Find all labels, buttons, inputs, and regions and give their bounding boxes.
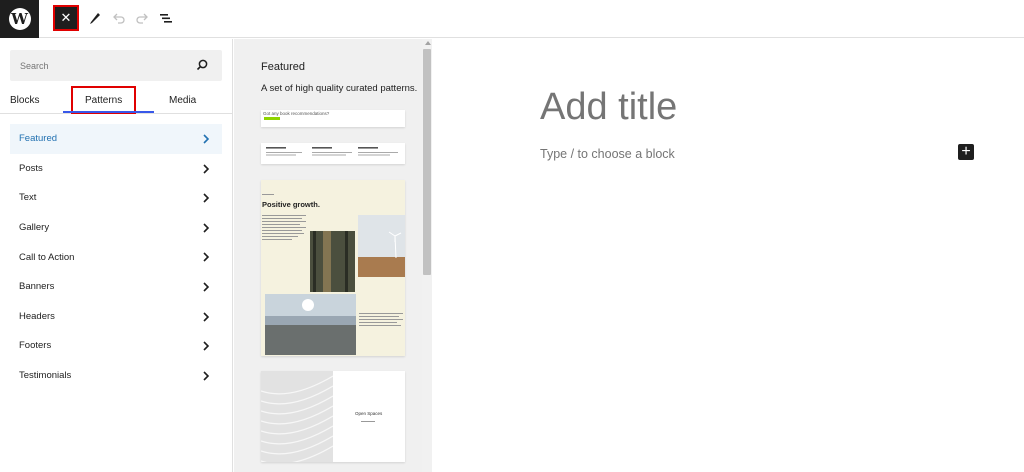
chevron-right-icon [203,134,210,144]
scroll-up-arrow-icon[interactable] [425,41,431,45]
category-posts[interactable]: Posts [10,154,222,184]
category-label: Banners [19,281,55,293]
category-text[interactable]: Text [10,183,222,213]
pattern-preview-line [361,421,375,422]
chevron-right-icon [203,252,210,262]
search-box [10,50,222,81]
pattern-categories-list: Featured Posts Text Gallery Call to Acti… [10,124,222,390]
close-inserter-button[interactable]: ✕ [53,5,79,31]
panel-title: Featured [261,61,306,73]
block-placeholder[interactable]: Type / to choose a block [540,147,675,161]
pattern-card-book-recommendations[interactable]: Got any book recommendations? [261,110,405,127]
category-label: Testimonials [19,370,72,382]
category-footers[interactable]: Footers [10,331,222,361]
tab-blocks[interactable]: Blocks [10,87,39,114]
tab-media[interactable]: Media [169,87,196,114]
post-title-input[interactable]: Add title [540,86,677,129]
top-toolbar: W ✕ [0,0,1024,38]
pattern-preview-text: Open Spaces [355,411,383,416]
wordpress-logo-icon[interactable]: W [0,0,39,38]
pencil-icon[interactable] [86,9,104,27]
category-banners[interactable]: Banners [10,272,222,302]
chevron-right-icon [203,311,210,322]
category-label: Headers [19,310,55,322]
pattern-preview-graphic [261,371,333,462]
category-label: Featured [19,133,58,145]
category-label: Gallery [19,222,50,234]
inserter-tabs: Blocks Patterns Media [0,86,233,114]
category-label: Posts [19,162,43,174]
tab-patterns[interactable]: Patterns [62,86,155,114]
category-featured[interactable]: Featured [10,124,222,154]
undo-icon[interactable] [110,9,128,27]
category-label: Footers [19,340,52,352]
chevron-right-icon [203,223,210,233]
patterns-scrollbar[interactable] [422,39,432,472]
category-testimonials[interactable]: Testimonials [10,361,222,391]
redo-icon[interactable] [133,9,151,27]
category-label: Text [19,192,37,204]
category-call-to-action[interactable]: Call to Action [10,242,222,272]
category-gallery[interactable]: Gallery [10,213,222,243]
search-icon[interactable] [196,59,208,71]
chevron-right-icon [203,341,210,351]
wordpress-logo-mark: W [8,8,31,30]
chevron-right-icon [203,282,210,292]
pattern-card-positive-growth[interactable]: Positive growth. [261,180,405,356]
pattern-preview-graphic [262,194,405,355]
panel-description: A set of high quality curated patterns. [261,83,418,94]
chevron-right-icon [203,164,210,174]
chevron-right-icon [203,193,210,203]
pattern-card-open-spaces[interactable]: Open Spaces [261,371,405,462]
list-view-icon[interactable] [157,9,175,27]
pattern-preview-graphic [266,147,398,156]
patterns-preview-panel: Featured A set of high quality curated p… [234,39,432,472]
category-label: Call to Action [19,251,75,263]
pattern-card-three-columns[interactable] [261,143,405,164]
pattern-preview-text: Got any book recommendations? [263,111,330,116]
add-block-button[interactable]: + [958,143,974,160]
search-input[interactable] [10,50,190,81]
block-inserter-sidebar: Blocks Patterns Media Featured Posts Tex… [0,39,233,472]
pattern-preview-button [264,117,280,120]
category-headers[interactable]: Headers [10,302,222,332]
chevron-right-icon [203,371,210,381]
scrollbar-thumb[interactable] [423,49,431,275]
editor-canvas: Add title Type / to choose a block + [433,39,1024,472]
